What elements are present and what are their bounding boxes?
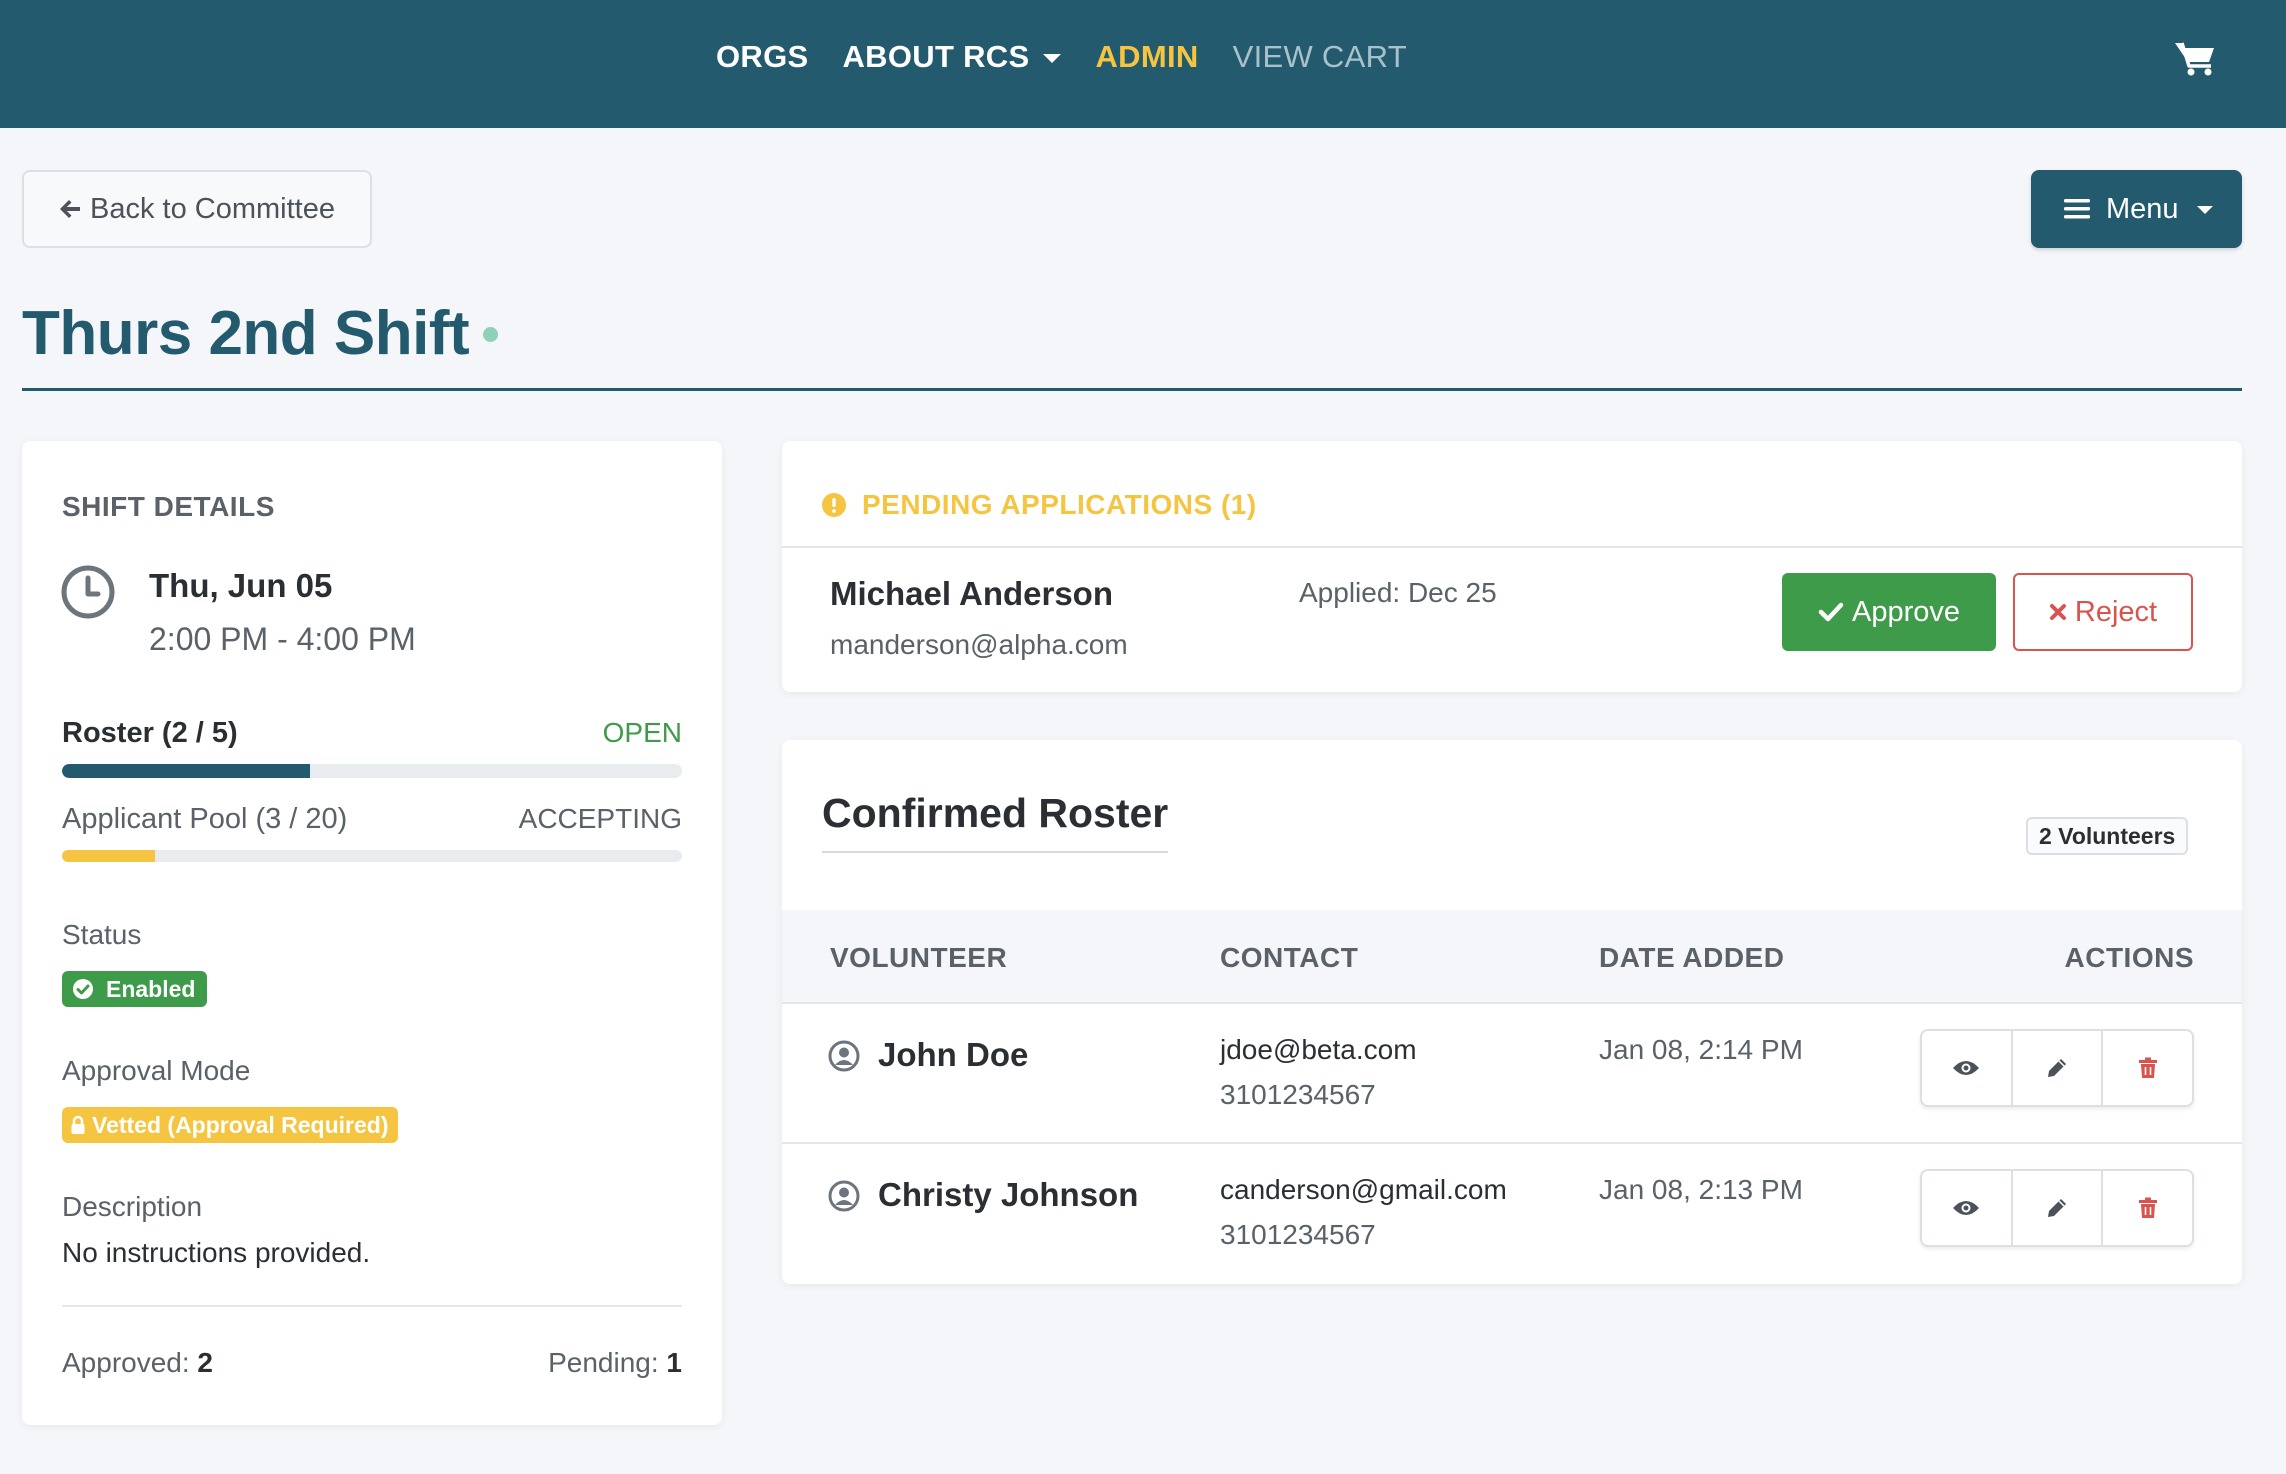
column-header-date-added: DATE ADDED [1599,942,1785,973]
clock-icon [61,565,115,619]
pencil-icon [2048,1199,2066,1217]
back-to-committee-button[interactable]: Back to Committee [22,170,372,248]
trash-icon [2138,1197,2157,1218]
roster-count-label: Roster (2 / 5) [62,717,238,749]
approval-mode-badge: Vetted (Approval Required) [62,1107,399,1143]
description-text: No instructions provided. [62,1237,371,1268]
roster-status: OPEN [602,717,682,748]
hamburger-icon [2064,199,2090,219]
column-header-volunteer: VOLUNTEER [830,942,1008,973]
applicant-pool-progress-bar [62,850,682,862]
menu-dropdown-button[interactable]: Menu [2031,170,2242,248]
confirmed-roster-title: Confirmed Roster [822,790,1169,853]
pending-count-value: 1 [666,1347,682,1378]
user-circle-icon [828,1040,860,1072]
edit-button[interactable] [2013,1031,2104,1105]
top-navbar: ORGS ABOUT RCS ADMIN VIEW CART [0,0,2286,128]
menu-button-label: Menu [2106,192,2179,225]
shift-time: 2:00 PM - 4:00 PM [149,621,416,657]
applicant-pool-progress-fill [62,850,155,862]
approved-count: Approved: 2 [62,1347,213,1379]
approval-mode-label: Approval Mode [62,1055,251,1086]
nav-link-about-rcs[interactable]: ABOUT RCS [843,39,1062,75]
description-label: Description [62,1191,203,1222]
view-button[interactable] [1922,1031,2013,1105]
shopping-cart-icon[interactable] [2174,40,2216,76]
volunteer-date-added: Jan 08, 2:13 PM [1599,1174,1803,1205]
view-button[interactable] [1922,1171,2013,1245]
volunteer-date-added: Jan 08, 2:14 PM [1599,1034,1803,1065]
details-divider [62,1305,682,1307]
delete-button[interactable] [2103,1031,2192,1105]
volunteer-email: jdoe@beta.com [1220,1034,1417,1065]
approval-mode-text: Vetted (Approval Required) [92,1111,389,1138]
delete-button[interactable] [2103,1171,2192,1245]
roster-progress-bar [62,764,682,778]
nav-link-orgs[interactable]: ORGS [716,39,809,75]
trash-icon [2138,1057,2157,1078]
column-header-contact: CONTACT [1220,942,1359,973]
pending-applications-heading: PENDING APPLICATIONS (1) [822,489,1257,521]
nav-link-admin[interactable]: ADMIN [1095,39,1198,75]
status-label: Status [62,919,142,950]
eye-icon [1953,1061,1980,1075]
lock-icon [71,1115,85,1134]
confirmed-roster-card: Confirmed Roster 2 Volunteers VOLUNTEER … [782,740,2242,1284]
table-row: John Doe jdoe@beta.com 3101234567 Jan 08… [782,1004,2242,1144]
close-icon [2049,604,2066,620]
back-button-label: Back to Committee [90,192,335,225]
shift-details-heading: SHIFT DETAILS [62,491,275,522]
shift-date: Thu, Jun 05 [149,567,333,604]
nav-links: ORGS ABOUT RCS ADMIN VIEW CART [716,0,1407,114]
applicant-email: manderson@alpha.com [830,629,1128,660]
user-circle-icon [828,1180,860,1212]
applicant-pool-status: ACCEPTING [518,803,682,834]
pending-applications-card: PENDING APPLICATIONS (1) Michael Anderso… [782,441,2242,692]
shift-details-card: SHIFT DETAILS Thu, Jun 05 2:00 PM - 4:00… [22,441,722,1425]
status-badge-text: Enabled [106,975,196,1002]
volunteer-email: canderson@gmail.com [1220,1174,1507,1205]
approved-count-label: Approved: [62,1347,190,1378]
exclamation-circle-icon [822,493,846,517]
eye-icon [1953,1201,1980,1215]
approve-button[interactable]: Approve [1782,573,1996,651]
volunteer-name: Christy Johnson [878,1176,1139,1213]
nav-link-view-cart[interactable]: VIEW CART [1233,39,1407,75]
row-actions [1920,1169,2194,1247]
check-icon [1818,602,1844,622]
check-circle-icon [73,979,93,999]
volunteer-count-badge: 2 Volunteers [2026,817,2189,855]
status-badge: Enabled [62,971,208,1007]
approved-count-value: 2 [197,1347,213,1378]
arrow-left-icon [60,200,80,218]
applicant-name: Michael Anderson [830,575,1113,612]
table-row: Christy Johnson canderson@gmail.com 3101… [782,1144,2242,1284]
pencil-icon [2048,1059,2066,1077]
chevron-down-icon [2196,206,2213,214]
volunteer-phone: 3101234567 [1220,1079,1376,1110]
roster-progress-fill [62,764,310,778]
volunteer-phone: 3101234567 [1220,1219,1376,1250]
nav-link-about-rcs-label: ABOUT RCS [842,39,1030,74]
edit-button[interactable] [2013,1171,2104,1245]
chevron-down-icon [1043,53,1062,63]
reject-button[interactable]: Reject [2013,573,2193,651]
pending-divider [782,546,2242,548]
volunteer-name: John Doe [878,1036,1029,1073]
pending-count: Pending: 1 [548,1347,682,1379]
approve-button-label: Approve [1851,595,1960,628]
roster-table-header: VOLUNTEER CONTACT DATE ADDED ACTIONS [782,910,2242,1004]
pending-applications-title: PENDING APPLICATIONS (1) [862,489,1257,520]
applicant-applied-date: Applied: Dec 25 [1299,577,1497,608]
page-title: Thurs 2nd Shift [22,299,470,368]
reject-button-label: Reject [2074,595,2158,628]
status-dot [483,327,498,342]
title-divider [22,388,2242,391]
row-actions [1920,1029,2194,1107]
applicant-pool-label: Applicant Pool (3 / 20) [62,803,348,835]
column-header-actions: ACTIONS [2064,942,2194,973]
pending-count-label: Pending: [548,1347,659,1378]
